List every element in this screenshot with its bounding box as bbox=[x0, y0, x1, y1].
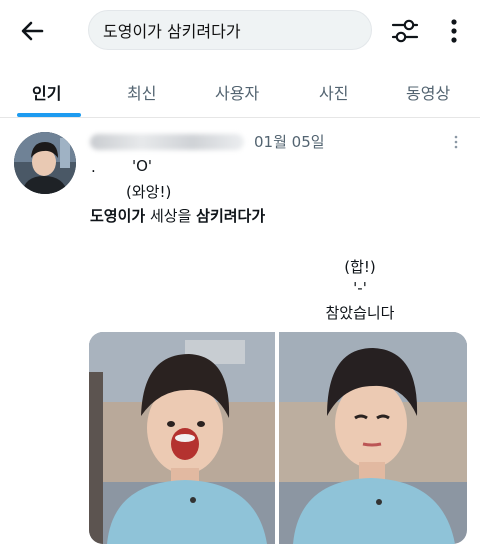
tweet-center-3: 참았습니다 bbox=[325, 304, 395, 322]
tweet-center-2: '-' bbox=[353, 279, 367, 297]
tweet-date: 01월 05일 bbox=[254, 133, 325, 151]
filter-icon[interactable] bbox=[388, 14, 422, 48]
search-input[interactable]: 도영이가 삼키려다가 bbox=[88, 10, 372, 50]
tweet-main-bold-2: 삼키려다가 bbox=[196, 207, 266, 225]
search-query: 도영이가 삼키려다가 bbox=[103, 22, 241, 41]
blurred-username bbox=[90, 134, 244, 150]
tweet-line-1: 'O' bbox=[132, 157, 153, 175]
tab-people[interactable]: 사용자 bbox=[215, 80, 259, 104]
tweet-main-bold-1: 도영이가 bbox=[90, 207, 146, 225]
tab-photos[interactable]: 사진 bbox=[319, 80, 348, 104]
active-tab-indicator bbox=[17, 113, 81, 117]
back-arrow-icon[interactable] bbox=[18, 16, 48, 46]
search-tabs: 인기 최신 사용자 사진 동영상 bbox=[0, 62, 480, 118]
tab-videos[interactable]: 동영상 bbox=[406, 80, 450, 104]
tweet-center-1: (합!) bbox=[344, 258, 376, 276]
tweet-more-icon[interactable] bbox=[452, 134, 460, 150]
tweet-main-normal: 세상을 bbox=[145, 207, 197, 225]
photo-right[interactable] bbox=[279, 332, 467, 544]
more-vertical-icon[interactable] bbox=[444, 14, 464, 48]
tweet-meta: 01월 05일 bbox=[90, 130, 430, 154]
tab-latest[interactable]: 최신 bbox=[127, 80, 156, 104]
tweet-media bbox=[89, 332, 467, 544]
tab-popular[interactable]: 인기 bbox=[32, 80, 61, 104]
tweet-dot: . bbox=[91, 158, 96, 176]
photo-left[interactable] bbox=[89, 332, 275, 544]
tweet-line-2: (와앙!) bbox=[126, 183, 172, 201]
top-bar: 도영이가 삼키려다가 bbox=[0, 0, 480, 62]
tweet-main-line: 도영이가 세상을 삼키려다가 bbox=[90, 205, 265, 226]
avatar[interactable] bbox=[14, 132, 76, 194]
